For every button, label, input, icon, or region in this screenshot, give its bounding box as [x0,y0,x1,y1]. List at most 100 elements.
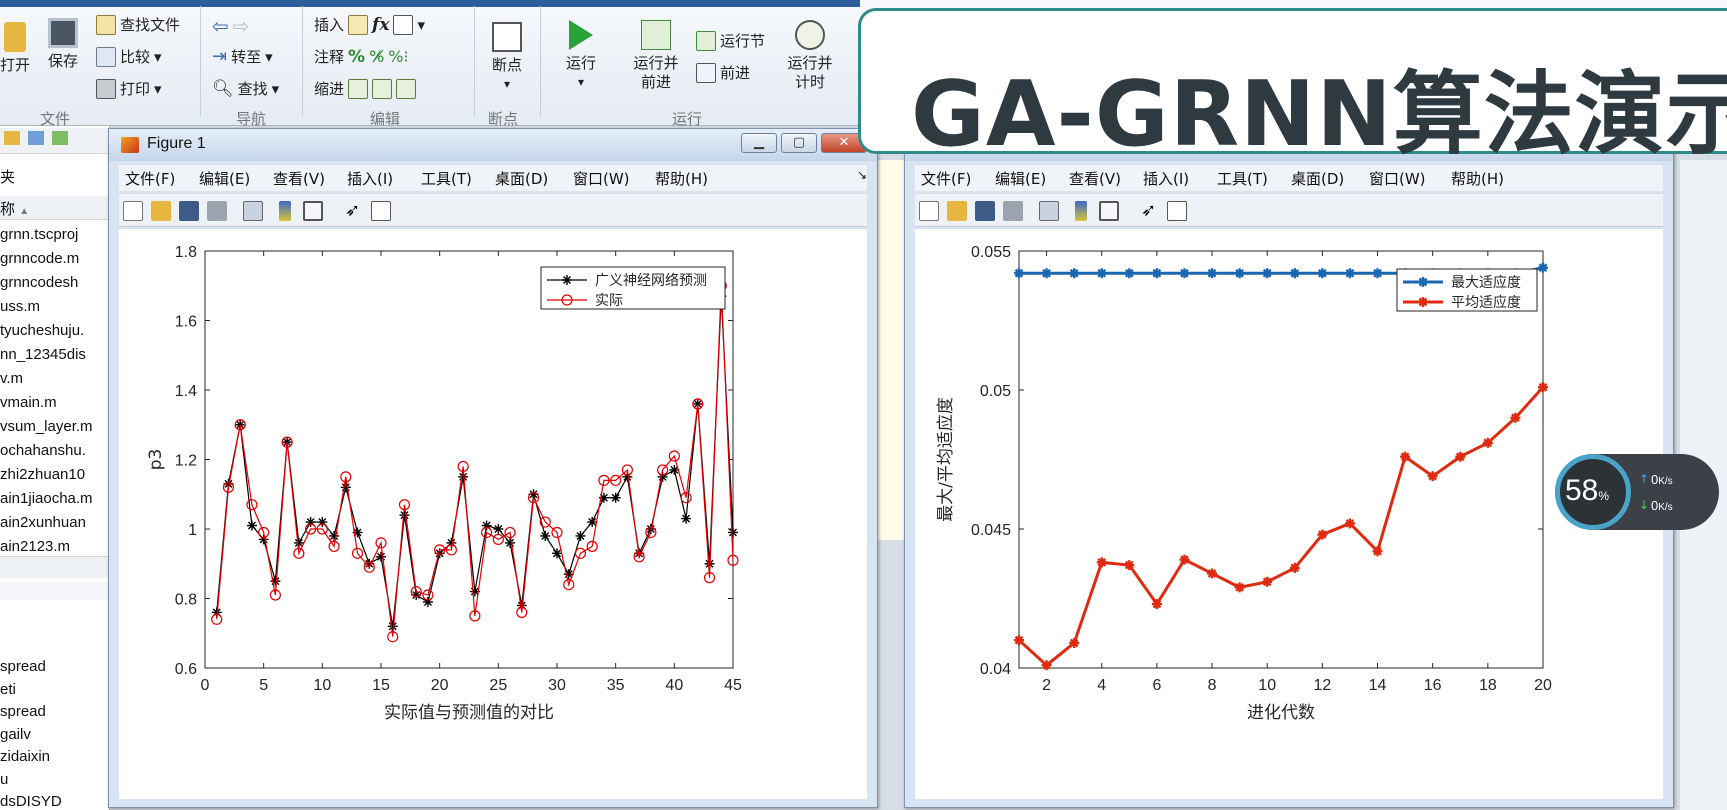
upload-speed: 0K/s [1651,472,1673,487]
back-forward-buttons[interactable]: ⇦ ⇨ [212,14,250,38]
menu-help[interactable]: 帮助(H) [1451,168,1504,189]
file-list-item[interactable]: zhi2zhuan10 [0,466,85,483]
menu-edit[interactable]: 编辑(E) [199,168,250,189]
file-list-item[interactable]: tyucheshuju. [0,322,84,339]
open-file-icon[interactable] [151,201,171,221]
dock-arrow-icon[interactable]: ↘ [857,168,867,182]
find-button[interactable]: 🔍︎ 查找 ▾ [212,78,279,99]
new-figure-icon[interactable] [919,201,939,221]
print-figure-icon[interactable] [1003,201,1023,221]
find-files-button[interactable]: 查找文件 [96,14,180,35]
menu-desktop[interactable]: 桌面(D) [495,168,548,189]
plot-tools-icon[interactable] [1167,201,1187,221]
run-and-advance-button[interactable]: 运行并 前进 [628,20,684,92]
x-tick-label: 10 [1258,677,1276,694]
menu-view[interactable]: 查看(V) [273,168,325,189]
menu-window[interactable]: 窗口(W) [1369,168,1426,189]
run-button[interactable]: 运行 ▾ [556,20,606,92]
maximize-button[interactable]: ▢ [781,133,817,153]
figure2-window[interactable]: 文件(F) 编辑(E) 查看(V) 插入(I) 工具(T) 桌面(D) 窗口(W… [904,128,1674,808]
legend-icon[interactable] [303,201,323,221]
menu-tools[interactable]: 工具(T) [1217,168,1268,189]
insert-button[interactable]: 插入 fx ▾ [314,14,425,35]
matlab-figure-icon [121,137,139,153]
link-plot-icon[interactable] [1039,201,1059,221]
workspace-variable[interactable]: dsDISYD [0,793,62,810]
menu-window[interactable]: 窗口(W) [573,168,630,189]
pointer-icon[interactable]: ➶ [345,201,365,221]
file-list-item[interactable]: ain2123.m [0,538,70,555]
menu-file[interactable]: 文件(F) [125,168,175,189]
workspace-variable[interactable]: gailv [0,726,31,743]
file-list-item[interactable]: ain2xunhuan [0,514,86,531]
name-column-header[interactable]: 称 ▲ [0,196,109,220]
x-tick-label: 4 [1097,677,1106,694]
workspace-variable[interactable]: u [0,771,8,788]
folder-browse-icon[interactable] [52,131,69,145]
legend-label: 最大适应度 [1451,274,1521,291]
chevron-down-icon: ▾ [417,15,425,34]
menu-help[interactable]: 帮助(H) [655,168,708,189]
file-list-item[interactable]: nn_12345dis [0,346,86,363]
folder-icon[interactable] [4,131,20,145]
legend-icon[interactable] [1099,201,1119,221]
file-list-item[interactable]: vmain.m [0,394,57,411]
x-tick-label: 16 [1424,677,1442,694]
menu-view[interactable]: 查看(V) [1069,168,1121,189]
file-list-item[interactable]: vsum_layer.m [0,418,93,435]
workspace-variable[interactable]: spread [0,658,46,675]
file-list-item[interactable]: grnncodesh [0,274,78,291]
run-and-time-button[interactable]: 运行并 计时 [780,20,840,92]
open-file-icon[interactable] [947,201,967,221]
download-arrow-icon: ↓ [1639,498,1650,512]
menu-file[interactable]: 文件(F) [921,168,971,189]
indent-button[interactable]: 缩进 [314,78,417,99]
breakpoints-button[interactable]: 断点 ▾ [484,22,530,94]
plot-tools-icon[interactable] [371,201,391,221]
data-point [681,513,692,524]
colorbar-icon[interactable] [1075,201,1087,221]
file-list-item[interactable]: uss.m [0,298,40,315]
save-button[interactable]: 保存 [42,18,84,71]
run-section-button[interactable]: 运行节 [696,30,765,51]
menu-insert[interactable]: 插入(I) [347,168,393,189]
print-figure-icon[interactable] [207,201,227,221]
new-figure-icon[interactable] [123,201,143,221]
open-button[interactable]: 打开 [0,22,30,75]
link-plot-icon[interactable] [243,201,263,221]
upload-arrow-icon: ↑ [1639,472,1650,486]
folder-up-icon[interactable] [28,131,45,145]
find-files-icon [96,14,116,35]
menu-edit[interactable]: 编辑(E) [995,168,1046,189]
minimize-button[interactable]: ▁ [741,133,777,153]
advance-button[interactable]: 前进 [696,62,750,83]
menu-insert[interactable]: 插入(I) [1143,168,1189,189]
data-point [575,530,586,541]
file-list-item[interactable]: ain1jiaocha.m [0,490,93,507]
comment-button[interactable]: 注释 % %̸ %⁝ [314,46,409,67]
save-figure-icon[interactable] [179,201,199,221]
menu-tools[interactable]: 工具(T) [421,168,472,189]
x-tick-label: 12 [1313,677,1331,694]
workspace-variable[interactable]: spread [0,703,46,720]
figure1-window[interactable]: Figure 1 ▁ ▢ ✕ 文件(F) 编辑(E) 查看(V) 插入(I) 工… [108,128,878,808]
file-list-item[interactable]: v.m [0,370,23,387]
colorbar-icon[interactable] [279,201,291,221]
details-divider [0,556,109,578]
figure1-titlebar[interactable]: Figure 1 ▁ ▢ ✕ [109,129,877,161]
file-list-item[interactable]: grnncode.m [0,250,79,267]
compare-button[interactable]: 比较 ▾ [96,46,162,67]
pointer-icon[interactable]: ➶ [1141,201,1161,221]
download-speed: 0K/s [1651,498,1673,513]
network-speed-widget[interactable]: 58% ↑ 0K/s ↓ 0K/s [1555,454,1719,530]
goto-button[interactable]: ⇥ 转至 ▾ [212,46,273,67]
workspace-variable[interactable]: eti [0,681,16,698]
print-button[interactable]: 打印 ▾ [96,78,162,99]
file-list-item[interactable]: grnn.tscproj [0,226,78,243]
save-figure-icon[interactable] [975,201,995,221]
menu-desktop[interactable]: 桌面(D) [1291,168,1344,189]
workspace-variable[interactable]: zidaixin [0,748,50,765]
file-list-item[interactable]: ochahanshu. [0,442,86,459]
x-tick-label: 18 [1479,677,1497,694]
y-tick-label: 1.2 [175,453,197,470]
